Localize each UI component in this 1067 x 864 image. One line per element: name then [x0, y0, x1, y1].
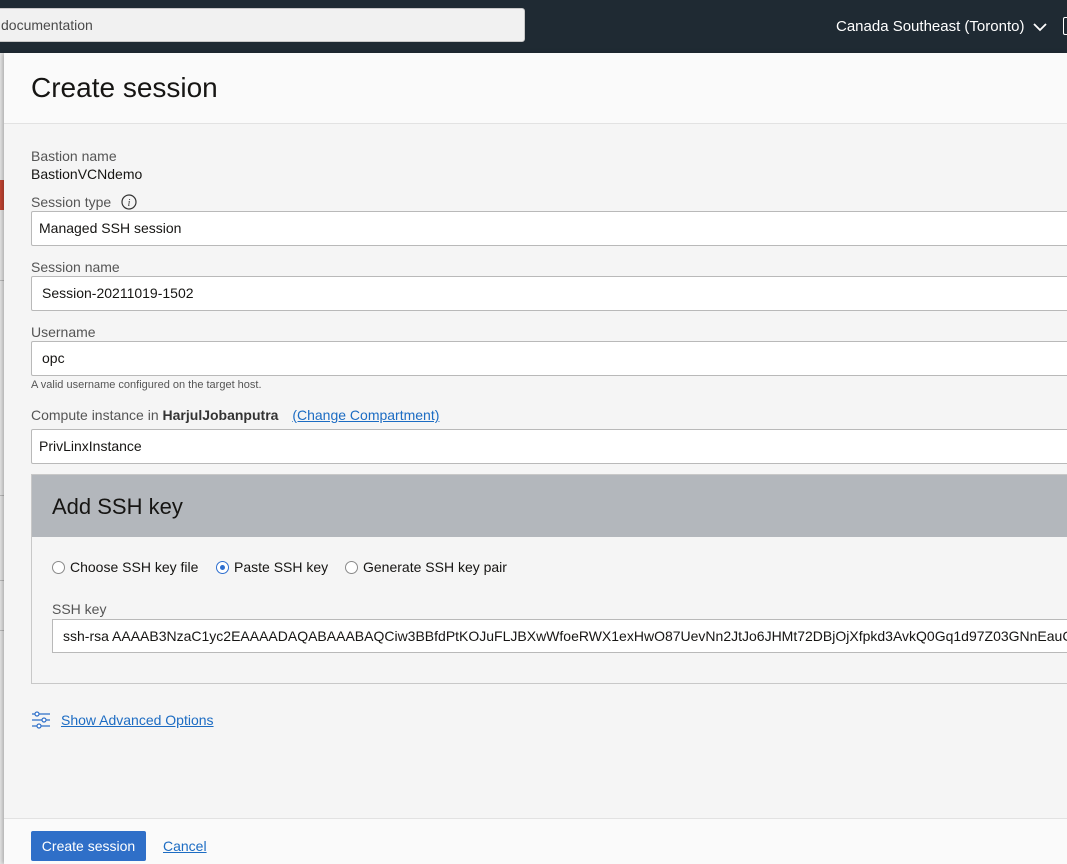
username-input[interactable]: opc — [31, 341, 1067, 376]
ssh-key-title: Add SSH key — [52, 494, 183, 519]
topbar-edge-icon — [1063, 17, 1067, 35]
bastion-name-value: BastionVCNdemo — [31, 166, 143, 182]
ssh-key-card: Add SSH key Choose SSH key file Paste SS… — [31, 474, 1067, 684]
radio-choose-ssh-key-file[interactable]: Choose SSH key file — [52, 559, 198, 575]
cancel-link[interactable]: Cancel — [163, 838, 207, 854]
radio-label: Choose SSH key file — [70, 559, 199, 575]
radio-generate-ssh-key-pair[interactable]: Generate SSH key pair — [345, 559, 507, 575]
username-hint: A valid username configured on the targe… — [31, 379, 262, 391]
radio-paste-ssh-key[interactable]: Paste SSH key — [216, 559, 328, 575]
ssh-key-label: SSH key — [52, 601, 107, 617]
search-input[interactable]: documentation — [0, 8, 525, 42]
bastion-name-label: Bastion name — [31, 148, 117, 164]
session-type-label: Session type — [31, 194, 112, 211]
radio-label: Generate SSH key pair — [363, 559, 507, 575]
radio-button-icon[interactable] — [345, 561, 358, 574]
radio-button-selected-icon[interactable] — [216, 561, 229, 574]
session-name-input[interactable]: Session-20211019-1502 — [31, 276, 1067, 311]
panel-footer: Create session Cancel — [4, 818, 1067, 864]
create-session-panel: Create session Bastion name BastionVCNde… — [4, 53, 1067, 864]
region-label: Canada Southeast (Toronto) — [836, 18, 1025, 35]
session-name-label: Session name — [31, 259, 120, 275]
show-advanced-options-link[interactable]: Show Advanced Options — [61, 712, 214, 728]
username-label: Username — [31, 324, 96, 340]
compute-instance-label-row: Compute instance in HarjulJobanputra (Ch… — [31, 407, 439, 423]
ssh-key-card-header: Add SSH key — [32, 475, 1067, 537]
radio-button-icon[interactable] — [52, 561, 65, 574]
ssh-key-card-body: Choose SSH key file Paste SSH key Genera… — [32, 537, 1067, 683]
create-session-button[interactable]: Create session — [31, 831, 146, 861]
ssh-key-textarea[interactable]: ssh-rsa AAAAB3NzaC1yc2EAAAADAQABAAABAQCi… — [52, 619, 1067, 653]
compartment-name: HarjulJobanputra — [162, 407, 279, 423]
panel-header: Create session — [4, 53, 1067, 124]
change-compartment-link[interactable]: (Change Compartment) — [292, 407, 439, 423]
page-title: Create session — [31, 72, 218, 103]
radio-label: Paste SSH key — [234, 559, 329, 575]
form-body: Bastion name BastionVCNdemo Session type… — [4, 124, 1067, 818]
show-advanced-options[interactable]: Show Advanced Options — [31, 711, 214, 732]
sliders-icon — [31, 711, 51, 732]
compute-instance-select[interactable]: PrivLinxInstance — [31, 429, 1067, 464]
session-type-select[interactable]: Managed SSH session — [31, 211, 1067, 246]
region-selector[interactable]: Canada Southeast (Toronto) — [836, 0, 1047, 53]
compute-instance-label: Compute instance in — [31, 407, 159, 423]
top-navigation-bar: documentation Canada Southeast (Toronto) — [0, 0, 1067, 53]
svg-text:i: i — [128, 198, 131, 209]
chevron-down-icon — [1032, 1, 1047, 54]
